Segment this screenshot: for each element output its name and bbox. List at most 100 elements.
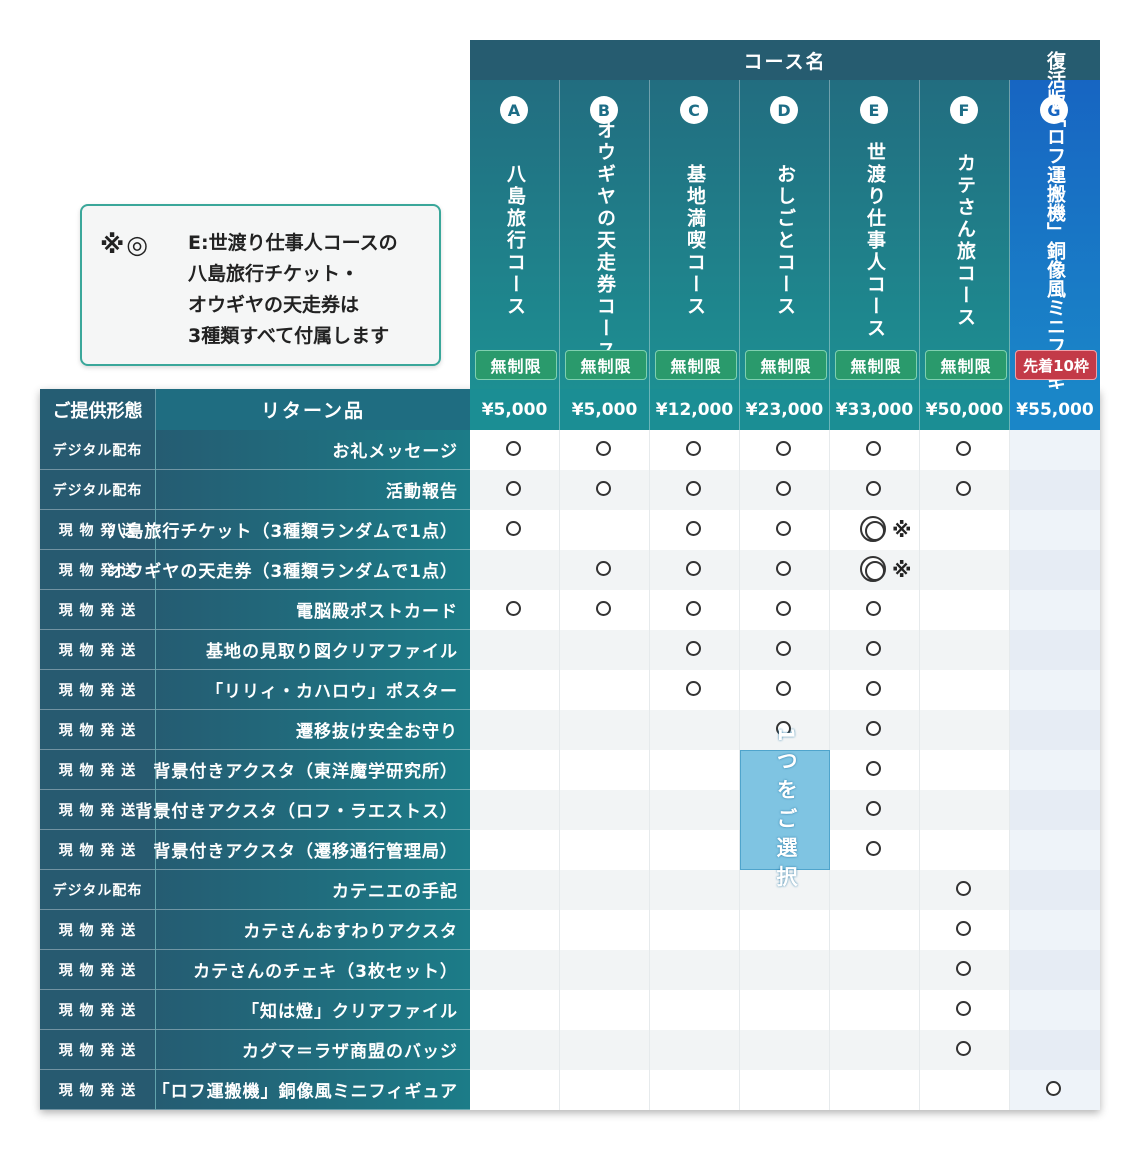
note-mark: ※◎ [100,230,151,259]
table-cell [560,990,650,1030]
table-cell [650,950,740,990]
table-cell [470,1070,560,1110]
included-circle-icon [506,521,521,536]
table-cell [1010,630,1100,670]
included-circle-icon [596,441,611,456]
included-circle-icon [866,601,881,616]
course-availability-badge: 先着10枠 [1015,350,1097,380]
included-circle-icon [686,681,701,696]
course-column-g: G 復活版「ロフ運搬機」銅像風ミニフィギュア 先着10枠 [1010,51,1100,431]
asterisk-mark: ※ [892,518,912,542]
course-column-e: E 世渡り仕事人コース 無制限 [830,80,920,389]
included-circle-icon [866,481,881,496]
included-circle-icon [776,641,791,656]
table-cell [560,830,650,870]
table-cell [470,790,560,830]
course-name: オウギヤの天走券コース [594,120,616,362]
included-circle-icon [776,441,791,456]
table-cell [650,870,740,910]
included-circle-icon [776,481,791,496]
course-column-b: B オウギヤの天走券コース 無制限 [560,80,650,389]
row-item: カグマ＝ラザ商盟のバッジ [155,1030,470,1070]
table-cell [560,950,650,990]
row-type: 現 物 発 送 [40,950,155,990]
table-cell [470,870,560,910]
course-letter: F [950,96,978,124]
all-included-double-circle-icon [860,516,886,542]
table-cell [470,950,560,990]
included-circle-icon [956,441,971,456]
course-letter: A [500,96,528,124]
note-line: オウギヤの天走券は [188,294,360,316]
course-name: 基地満喫コース [684,164,706,318]
type-column-header: ご提供形態 [40,389,155,430]
table-cell [1010,670,1100,710]
course-name: 世渡り仕事人コース [864,142,886,340]
included-circle-icon [686,441,701,456]
row-item: 「ロフ運搬機」銅像風ミニフィギュア [153,1070,470,1110]
table-cell [1010,830,1100,870]
table-cell [650,830,740,870]
row-item: 電脳殿ポストカード [155,590,470,630]
table-cell [920,710,1010,750]
table-cell [1010,790,1100,830]
note-line: E:世渡り仕事人コースの [188,232,398,254]
table-cell [560,630,650,670]
row-type: 現 物 発 送 [40,1030,155,1070]
table-cell [470,910,560,950]
row-item: 基地の見取り図クリアファイル [155,630,470,670]
table-cell [560,670,650,710]
table-cell [830,870,920,910]
courses-header: コース名 [470,40,1100,80]
table-cell [740,910,830,950]
table-cell [1010,750,1100,790]
table-cell [650,990,740,1030]
table-cell [1010,910,1100,950]
course-price: ¥33,000 [830,389,920,430]
table-cell [920,830,1010,870]
row-type: 現 物 発 送 [40,710,155,750]
returns-table-page: ※◎ E:世渡り仕事人コースの 八島旅行チケット・ オウギヤの天走券は 3種類す… [0,0,1140,1150]
row-type: デジタル配布 [40,430,155,470]
included-circle-icon [956,961,971,976]
table-cell [1010,870,1100,910]
row-item: 「知は燈」クリアファイル [155,990,470,1030]
row-item: 遷移抜け安全お守り [155,710,470,750]
table-cell [1010,710,1100,750]
row-type: 現 物 発 送 [40,750,155,790]
table-cell [470,990,560,1030]
table-cell [560,750,650,790]
included-circle-icon [596,561,611,576]
table-cell [470,630,560,670]
table-cell [470,550,560,590]
table-cell [650,910,740,950]
row-type: 現 物 発 送 [40,910,155,950]
course-name: カテさん旅コース [954,153,976,329]
row-item: 「リリィ・カハロウ」ポスター [155,670,470,710]
row-item: 背景付きアクスタ（ロフ・ラエストス） [135,790,470,830]
row-type: デジタル配布 [40,870,155,910]
course-column-a: A 八島旅行コース 無制限 [470,80,560,389]
table-cell [830,1070,920,1110]
included-circle-icon [686,521,701,536]
table-cell [920,590,1010,630]
all-included-double-circle-icon [860,556,886,582]
included-circle-icon [506,441,521,456]
item-column-header: リターン品 [155,389,470,430]
row-type: 現 物 発 送 [40,630,155,670]
included-circle-icon [866,721,881,736]
row-type: 現 物 発 送 [40,990,155,1030]
course-availability-badge: 無制限 [655,350,737,380]
table-cell [470,1030,560,1070]
table-cell [560,1030,650,1070]
table-cell [920,670,1010,710]
table-cell [740,990,830,1030]
row-item: 八島旅行チケット（3種類ランダムで1点） [108,510,470,550]
table-cell [920,790,1010,830]
row-item: 背景付きアクスタ（東洋魔学研究所） [153,750,470,790]
course-name: 八島旅行コース [504,164,526,318]
included-circle-icon [866,761,881,776]
table-cell [1010,990,1100,1030]
row-item: カテニエの手記 [155,870,470,910]
table-cell [1010,950,1100,990]
